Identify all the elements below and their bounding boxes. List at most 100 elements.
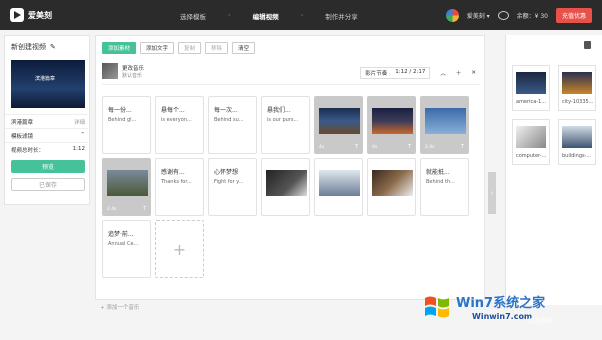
scene-subtitle: Fight for y... (214, 179, 244, 185)
step-choose-template[interactable]: 选择模板 (180, 11, 206, 21)
trash-icon[interactable] (584, 41, 591, 49)
step-edit-video[interactable]: 编辑视频 (253, 11, 279, 21)
editor-panel: 添加素材 添加文字 复制 移除 清空 更改音乐 默认音乐 影片节奏 1:12 /… (95, 35, 485, 300)
clear-button[interactable]: 清空 (232, 42, 256, 54)
scene-subtitle: Thanks for... (161, 179, 192, 185)
scene-card-image[interactable] (261, 158, 310, 216)
text-tool-icon[interactable]: T (408, 144, 411, 150)
scene-subtitle: Behind th... (426, 179, 455, 185)
playback-box: 影片节奏 1:12 / 2:17 (360, 67, 431, 79)
scene-card[interactable]: 悬每个... is everyon... (155, 96, 204, 154)
asset-name: buildings-... (562, 153, 592, 159)
text-tool-icon[interactable]: T (143, 206, 146, 212)
preview-button[interactable]: 预览 (11, 160, 85, 173)
scene-subtitle: Behind su... (214, 117, 244, 123)
scene-card-image[interactable] (367, 158, 416, 216)
scene-card-image[interactable]: 2.4s T (102, 158, 151, 216)
scene-title: 追梦·前... (108, 231, 134, 238)
scene-title: 悬每个... (161, 107, 185, 114)
music-thumbnail[interactable] (102, 63, 118, 79)
project-title-text: 新创建视频 (11, 43, 46, 51)
buildings-photo (319, 170, 360, 196)
balance: 余额：¥ 30 (516, 13, 548, 20)
text-tool-icon[interactable]: T (461, 144, 464, 150)
filter-label: 模板滤镜 (11, 134, 34, 140)
duration-label: 视频总时长： (11, 148, 45, 154)
add-scene-button[interactable]: + (155, 220, 204, 278)
blue-sky-photo (425, 108, 466, 134)
project-title: 新创建视频 ✎ (11, 42, 56, 52)
consult-text[interactable]: 欢迎咨询 (528, 316, 552, 325)
preview-caption: 滨港篇章 (35, 76, 56, 82)
edit-pencil-icon[interactable]: ✎ (50, 43, 56, 51)
video-preview[interactable]: 滨港篇章 (11, 60, 85, 108)
chevron-up-icon[interactable]: ︿ (440, 69, 446, 77)
step-make-share[interactable]: 制作并分享 (325, 11, 358, 21)
music-name[interactable]: 更改音乐 (122, 64, 144, 72)
handshake-photo (266, 170, 307, 196)
play-logo-icon (10, 8, 24, 22)
scene-title: 感谢有... (161, 169, 185, 176)
asset-name: city-10335... (562, 99, 594, 105)
template-row[interactable]: 滨港篇章 详细 (5, 114, 91, 128)
user-area: 爱美刻 ▾ 余额：¥ 30 充值优惠 (445, 8, 592, 23)
asset-item[interactable]: city-10335... (558, 65, 596, 111)
message-icon[interactable] (497, 11, 509, 20)
close-icon[interactable]: ✕ (471, 70, 476, 76)
scene-card[interactable]: 心怀梦想 Fight for y... (208, 158, 257, 216)
scene-card[interactable]: 悬我们... is our purs... (261, 96, 310, 154)
asset-item[interactable]: america-1... (512, 65, 550, 111)
remove-button[interactable]: 移除 (205, 42, 229, 54)
text-tool-icon[interactable]: T (355, 144, 358, 150)
filter-row[interactable]: 模板滤镜 ⌃ (5, 128, 91, 142)
add-music-link[interactable]: + 添加一个音乐 (100, 303, 139, 311)
detail-link[interactable]: 详细 (74, 118, 85, 126)
asset-item[interactable]: computer-... (512, 119, 550, 165)
scene-card-image[interactable] (314, 158, 363, 216)
city-night-photo (372, 108, 413, 134)
scene-title: 每一次... (214, 107, 238, 114)
scene-grid: 每一份... Behind gl... 悬每个... is everyon...… (102, 96, 476, 278)
plus-icon: + (172, 239, 187, 259)
plus-icon[interactable]: ＋ (456, 69, 462, 77)
app-name: 爱美刻 (28, 10, 52, 20)
filter-icon: ⌃ (80, 132, 85, 138)
template-name: 滨港篇章 (11, 120, 34, 126)
scene-card-image[interactable]: 4s T (314, 96, 363, 154)
saved-button[interactable]: 已保存 (11, 178, 85, 191)
time-readout: 1:12 / 2:17 (395, 69, 426, 75)
add-media-button[interactable]: 添加素材 (102, 42, 137, 54)
scene-card-image[interactable]: 2.4s T (420, 96, 469, 154)
scene-title: 就能抵... (426, 169, 450, 176)
copy-button[interactable]: 复制 (178, 42, 202, 54)
scene-card[interactable]: 每一份... Behind gl... (102, 96, 151, 154)
user-name[interactable]: 爱美刻 ▾ (467, 11, 490, 20)
asset-thumbnail (516, 126, 546, 148)
asset-item[interactable]: buildings-... (558, 119, 596, 165)
rhythm-button[interactable]: 影片节奏 (365, 69, 387, 77)
app-logo[interactable]: 爱美刻 (10, 8, 52, 22)
asset-thumbnail (562, 126, 592, 148)
watermark: Win7系统之家 Winwin7.com 欢迎咨询 (420, 290, 595, 335)
asset-thumbnail (562, 72, 592, 94)
watermark-url: Winwin7.com (472, 312, 533, 321)
scene-card[interactable]: 每一次... Behind su... (208, 96, 257, 154)
scene-duration: 2.4s (425, 145, 435, 150)
night-road-photo (319, 108, 360, 134)
collapse-toggle[interactable]: › (488, 172, 496, 214)
laptop-photo (372, 170, 413, 196)
recharge-button[interactable]: 充值优惠 (555, 8, 592, 23)
scene-card-image[interactable]: 4s T (367, 96, 416, 154)
scene-title: 悬我们... (267, 107, 291, 114)
scene-card[interactable]: 追梦·前... Annual Ce... (102, 220, 151, 278)
music-controls: 影片节奏 1:12 / 2:17 ︿ ＋ ✕ (360, 67, 476, 79)
asset-thumbnail (516, 72, 546, 94)
scene-duration: 4s (319, 145, 325, 150)
scene-subtitle: is our purs... (267, 117, 299, 123)
avatar[interactable] (445, 9, 459, 22)
step-separator: › (300, 11, 304, 19)
scene-card[interactable]: 就能抵... Behind th... (420, 158, 469, 216)
scene-card[interactable]: 感谢有... Thanks for... (155, 158, 204, 216)
add-text-button[interactable]: 添加文字 (140, 42, 175, 54)
asset-name: computer-... (516, 153, 547, 159)
